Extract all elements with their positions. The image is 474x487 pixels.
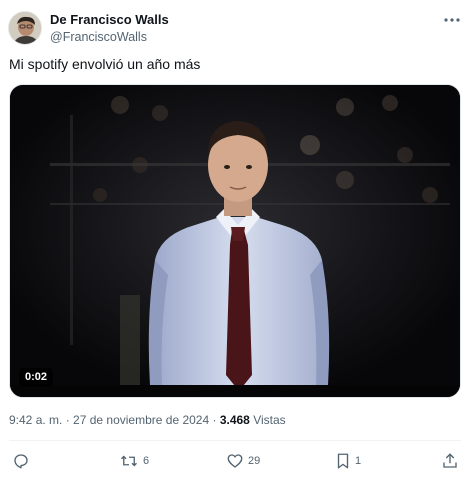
reply-button[interactable] bbox=[12, 450, 34, 472]
avatar[interactable] bbox=[8, 11, 42, 45]
tweet-text: Mi spotify envolvió un año más bbox=[9, 56, 201, 72]
more-button[interactable] bbox=[440, 10, 464, 30]
video-player[interactable]: 0:02 bbox=[9, 84, 461, 398]
bookmark-icon bbox=[337, 453, 349, 469]
bookmark-count: 1 bbox=[355, 455, 362, 467]
like-icon bbox=[227, 454, 243, 468]
display-name[interactable]: De Francisco Walls bbox=[50, 12, 169, 28]
video-timestamp: 0:02 bbox=[19, 368, 54, 387]
tweet-meta: 9:42 a. m. · 27 de noviembre de 2024 · 3… bbox=[9, 412, 286, 428]
divider bbox=[9, 440, 461, 441]
more-icon bbox=[444, 18, 460, 22]
like-count: 29 bbox=[248, 455, 261, 467]
action-bar: 6 29 1 bbox=[9, 450, 461, 472]
views-count[interactable]: 3.468 bbox=[220, 413, 250, 427]
author-names: De Francisco Walls @FranciscoWalls bbox=[50, 12, 169, 45]
retweet-button[interactable]: 6 bbox=[119, 450, 149, 472]
tweet-date[interactable]: 27 de noviembre de 2024 bbox=[73, 413, 209, 427]
meta-separator: · bbox=[209, 413, 220, 427]
meta-separator: · bbox=[62, 413, 74, 427]
like-button[interactable]: 29 bbox=[226, 450, 260, 472]
views-label: Vistas bbox=[253, 413, 286, 427]
bookmark-button[interactable]: 1 bbox=[335, 450, 361, 472]
tweet-header: De Francisco Walls @FranciscoWalls bbox=[8, 10, 464, 46]
share-button[interactable] bbox=[441, 450, 459, 472]
video-frame bbox=[10, 85, 460, 397]
tweet-time[interactable]: 9:42 a. m. bbox=[9, 413, 62, 427]
user-handle[interactable]: @FranciscoWalls bbox=[50, 29, 169, 45]
retweet-count: 6 bbox=[143, 455, 150, 467]
retweet-icon bbox=[121, 455, 137, 467]
share-icon bbox=[443, 453, 457, 468]
reply-icon bbox=[14, 454, 28, 469]
